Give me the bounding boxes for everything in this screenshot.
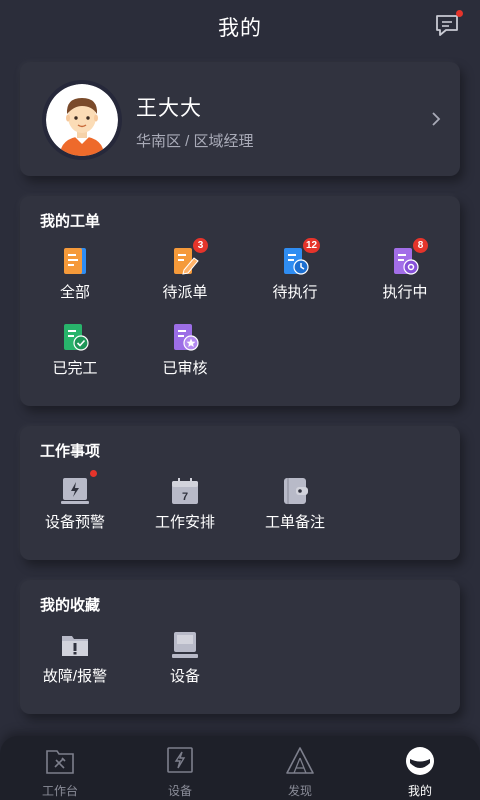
fault-folder-icon	[62, 636, 88, 656]
avatar-man-icon	[46, 84, 118, 156]
fav-item-fault-alarm[interactable]: 故障/报警	[20, 630, 130, 686]
order-item-reviewed[interactable]: 已审核	[130, 322, 240, 378]
fav-item-device[interactable]: 设备	[130, 630, 240, 686]
device-icon	[172, 632, 198, 658]
tab-profile[interactable]: 我的	[380, 746, 460, 799]
message-icon	[436, 15, 458, 36]
note-wallet-icon	[284, 478, 308, 504]
badge-executing: 8	[413, 238, 428, 253]
badge-pending-execute: 12	[303, 238, 321, 253]
message-button[interactable]	[434, 10, 463, 38]
order-item-completed[interactable]: 已完工	[20, 322, 130, 378]
device-alert-icon	[61, 478, 89, 504]
tab-label-discover: 发现	[287, 784, 312, 798]
affair-label-device-alert: 设备预警	[44, 514, 105, 531]
affair-item-order-notes[interactable]: 工单备注	[240, 476, 350, 532]
affair-item-schedule[interactable]: 7 工作安排	[130, 476, 240, 532]
order-item-all[interactable]: 全部	[20, 246, 130, 302]
tab-device[interactable]: 设备	[140, 746, 220, 799]
top-bar: 我的	[0, 0, 480, 54]
discover-icon	[286, 747, 314, 774]
fav-label-fault-alarm: 故障/报警	[42, 668, 108, 685]
profile-tab-icon	[406, 747, 434, 775]
order-item-pending-execute[interactable]: 12 待执行	[240, 238, 350, 302]
device-tab-icon	[167, 747, 193, 773]
section-title-work-orders: 我的工单	[40, 213, 101, 230]
work-affairs-card: 工作事项 设备预警 7 工作安排 工单备注	[20, 426, 460, 560]
order-label-pending-execute: 待执行	[272, 284, 318, 301]
completed-icon	[64, 324, 89, 351]
order-item-executing[interactable]: 8 执行中	[350, 238, 460, 302]
page-title: 我的	[218, 17, 262, 40]
tab-discover[interactable]: 发现	[260, 746, 340, 799]
order-label-completed: 已完工	[52, 360, 98, 377]
tab-label-workbench: 工作台	[41, 784, 78, 798]
section-title-affairs: 工作事项	[40, 443, 101, 460]
tab-label-device: 设备	[167, 784, 192, 798]
chevron-right-icon[interactable]	[430, 110, 442, 128]
unread-dot	[456, 10, 463, 17]
tab-label-profile: 我的	[407, 784, 432, 798]
order-label-executing: 执行中	[382, 284, 428, 301]
workbench-icon	[46, 750, 74, 774]
calendar-day: 7	[182, 491, 188, 503]
order-label-all: 全部	[59, 284, 90, 301]
order-item-pending-dispatch[interactable]: 3 待派单	[130, 238, 240, 302]
fav-label-device: 设备	[169, 668, 200, 685]
affair-item-device-alert[interactable]: 设备预警	[20, 470, 130, 532]
avatar[interactable]	[46, 84, 118, 156]
favorites-card: 我的收藏 故障/报警 设备	[20, 580, 460, 714]
affair-label-order-notes: 工单备注	[264, 514, 325, 531]
user-role: 华南区 / 区域经理	[136, 133, 254, 150]
calendar-icon: 7	[172, 478, 198, 504]
tab-workbench[interactable]: 工作台	[20, 746, 100, 799]
all-orders-icon	[64, 248, 86, 274]
order-label-reviewed: 已审核	[162, 360, 208, 377]
badge-pending-dispatch: 3	[193, 238, 208, 253]
user-name: 王大大	[136, 97, 202, 120]
bottom-tab-bar: 工作台 设备 发现 我的	[0, 736, 480, 800]
affair-label-schedule: 工作安排	[154, 514, 215, 531]
section-title-favorites: 我的收藏	[40, 597, 101, 614]
reviewed-icon	[174, 324, 199, 351]
order-label-pending-dispatch: 待派单	[162, 284, 208, 301]
work-orders-card: 我的工单 全部 3 待派单 12 待执行 8 执行中 已完工 已审核	[20, 196, 460, 406]
profile-card[interactable]: 王大大 华南区 / 区域经理	[20, 62, 460, 176]
alert-dot	[90, 470, 97, 477]
